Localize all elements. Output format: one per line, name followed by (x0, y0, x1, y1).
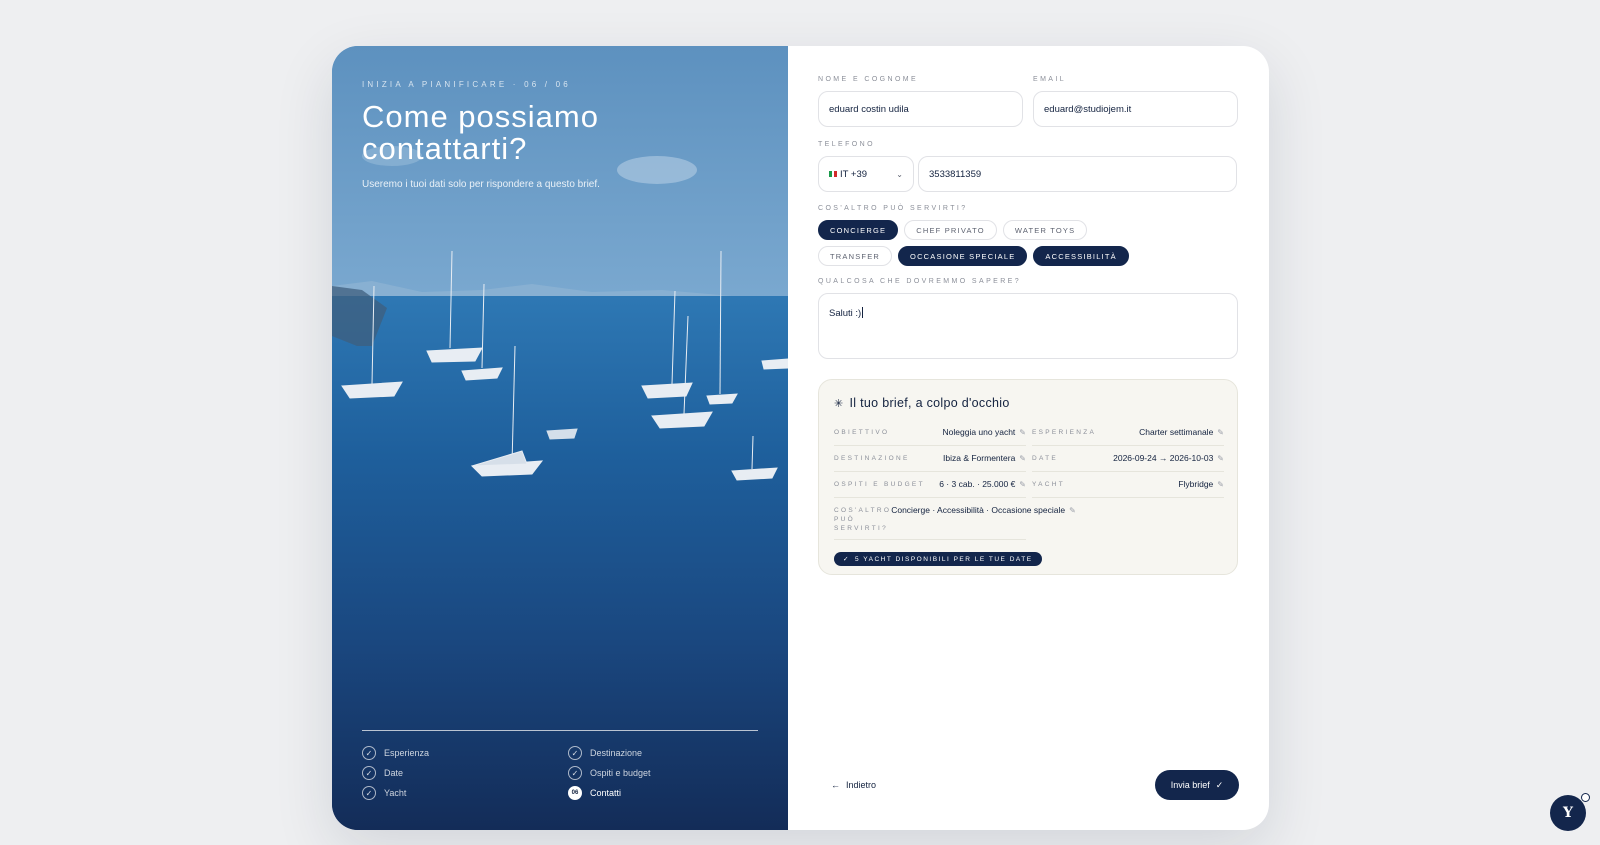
chip-chef-privato[interactable]: CHEF PRIVATO (904, 220, 997, 240)
check-icon: ✓ (1215, 779, 1224, 790)
chip-occasione-speciale[interactable]: OCCASIONE SPECIALE (898, 246, 1028, 266)
pencil-icon[interactable]: ✎ (1217, 480, 1224, 489)
brief-key: YACHT (1032, 481, 1066, 488)
brief-key: OBIETTIVO (834, 429, 890, 436)
page-title: Come possiamo contattarti? (362, 99, 599, 166)
contact-form-panel: NOME E COGNOME eduard costin udila EMAIL… (788, 46, 1269, 830)
brief-key: DATE (1032, 455, 1059, 462)
brief-row-date[interactable]: DATE 2026-09-24 → 2026-10-03 ✎ (1032, 446, 1224, 472)
chip-concierge[interactable]: CONCIERGE (818, 220, 899, 240)
phone-input[interactable]: 3533811359 (918, 156, 1237, 192)
availability-text: 5 YACHT DISPONIBILI PER LE TUE DATE (854, 555, 1033, 563)
name-input[interactable]: eduard costin udila (818, 91, 1023, 127)
brief-value: Ibiza & Formentera (943, 453, 1016, 463)
text-cursor (862, 307, 864, 318)
pencil-icon[interactable]: ✎ (1019, 480, 1026, 489)
check-icon: ✓ (568, 766, 582, 780)
pencil-icon[interactable]: ✎ (1217, 428, 1224, 437)
chevron-down-icon: ⌄ (896, 169, 903, 179)
brand-logo-icon: Y (1563, 805, 1573, 821)
extras-label: COS'ALTRO PUÒ SERVIRTI? (818, 205, 968, 212)
back-label: Indietro (846, 780, 877, 790)
step-label: Date (384, 768, 404, 778)
brief-card: INIZIA A PIANIFICARE · 06 / 06 Come poss… (332, 46, 1269, 830)
check-icon: ✓ (362, 766, 376, 780)
country-code-select[interactable]: IT +39 ⌄ (818, 156, 914, 192)
step-label: Ospiti e budget (590, 768, 651, 778)
brief-title: Il tuo brief, a colpo d'occhio (849, 396, 1010, 410)
step-contatti[interactable]: 06 Contatti (568, 786, 758, 800)
brief-key: ESPERIENZA (1032, 429, 1097, 436)
brief-row-ospiti-budget[interactable]: OSPITI E BUDGET 6 · 3 cab. · 25.000 € ✎ (834, 472, 1026, 498)
brief-value: 2026-09-24 → 2026-10-03 (1113, 453, 1214, 463)
step-label: Destinazione (590, 748, 643, 758)
step-label: Yacht (384, 788, 407, 798)
brief-row-extras[interactable]: COS'ALTRO PUÒ SERVIRTI? Concierge · Acces… (834, 498, 1076, 540)
back-button[interactable]: ← Indietro (818, 780, 876, 790)
brief-row-esperienza[interactable]: ESPERIENZA Charter settimanale ✎ (1032, 420, 1224, 446)
brief-value: Noleggia uno yacht (942, 427, 1016, 437)
email-input[interactable]: eduard@studiojem.it (1033, 91, 1238, 127)
submit-brief-button[interactable]: Invia brief ✓ (1155, 770, 1239, 800)
hero-panel: INIZIA A PIANIFICARE · 06 / 06 Come poss… (332, 46, 788, 830)
steps-divider (362, 730, 758, 731)
brief-row-destinazione[interactable]: DESTINAZIONE Ibiza & Formentera ✎ (834, 446, 1026, 472)
brief-key: DESTINAZIONE (834, 455, 910, 462)
step-date[interactable]: ✓ Date (362, 766, 568, 780)
step-esperienza[interactable]: ✓ Esperienza (362, 746, 568, 760)
email-label: EMAIL (1033, 76, 1067, 83)
italy-flag-icon (829, 171, 838, 177)
chip-water-toys[interactable]: WATER TOYS (1002, 220, 1088, 240)
step-label: Esperienza (384, 748, 430, 758)
check-icon: ✓ (362, 786, 376, 800)
notes-label: QUALCOSA CHE DOVREMMO SAPERE? (818, 278, 1022, 285)
notes-textarea[interactable]: Saluti :) (818, 293, 1238, 359)
brief-summary: ✳ Il tuo brief, a colpo d'occhio OBIETTI… (818, 379, 1238, 575)
phone-label: TELEFONO (818, 141, 875, 148)
check-icon: ✓ (362, 746, 376, 760)
pencil-icon[interactable]: ✎ (1019, 454, 1026, 463)
brief-value: Flybridge (1178, 479, 1214, 489)
submit-label: Invia brief (1170, 780, 1210, 790)
brief-key: COS'ALTRO PUÒ SERVIRTI? (834, 507, 892, 532)
notification-dot (1581, 793, 1590, 802)
page-subtitle: Useremo i tuoi dati solo per rispondere … (362, 179, 600, 190)
brief-key: OSPITI E BUDGET (834, 481, 925, 488)
step-eyebrow: INIZIA A PIANIFICARE · 06 / 06 (362, 80, 571, 89)
chat-widget-button[interactable]: Y (1550, 793, 1590, 831)
step-number-badge: 06 (568, 786, 582, 800)
progress-steps: ✓ Esperienza ✓ Destinazione ✓ Date ✓ Ospiti … (362, 730, 758, 800)
pencil-icon[interactable]: ✎ (1217, 454, 1224, 463)
chip-accessibilita[interactable]: ACCESSIBILITÀ (1033, 246, 1129, 266)
brief-row-obiettivo[interactable]: OBIETTIVO Noleggia uno yacht ✎ (834, 420, 1026, 446)
brief-value: 6 · 3 cab. · 25.000 € (939, 479, 1016, 489)
arrow-left-icon: ← (831, 780, 840, 790)
extras-chip-group: CONCIERGE CHEF PRIVATO WATER TOYS TRANSF… (818, 220, 1158, 266)
name-label: NOME E COGNOME (818, 76, 919, 83)
step-yacht[interactable]: ✓ Yacht (362, 786, 568, 800)
check-icon: ✓ (843, 556, 850, 563)
brief-row-yacht[interactable]: YACHT Flybridge ✎ (1032, 472, 1224, 498)
sparkle-icon: ✳ (834, 397, 844, 410)
step-label: Contatti (590, 788, 622, 798)
check-icon: ✓ (568, 746, 582, 760)
pencil-icon[interactable]: ✎ (1019, 428, 1026, 437)
country-code-value: IT +39 (840, 168, 868, 180)
step-destinazione[interactable]: ✓ Destinazione (568, 746, 758, 760)
pencil-icon[interactable]: ✎ (1069, 506, 1076, 515)
notes-value: Saluti :) (829, 308, 862, 319)
brief-value: Concierge · Accessibilità · Occasione sp… (891, 505, 1066, 515)
brief-value: Charter settimanale (1139, 427, 1214, 437)
step-ospiti-budget[interactable]: ✓ Ospiti e budget (568, 766, 758, 780)
availability-badge: ✓ 5 YACHT DISPONIBILI PER LE TUE DATE (834, 552, 1042, 566)
form-footer: ← Indietro Invia brief ✓ (818, 770, 1239, 800)
chip-transfer[interactable]: TRANSFER (818, 246, 893, 266)
